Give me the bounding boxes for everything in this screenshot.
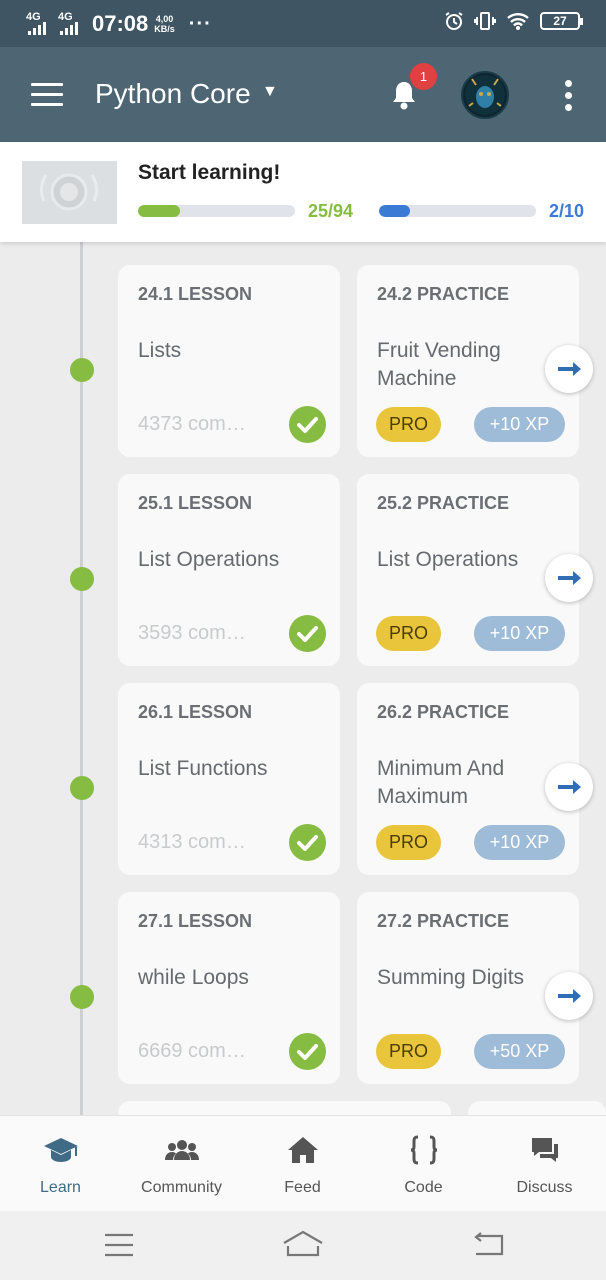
arrow-right-icon: [558, 780, 581, 794]
chat-bubbles-icon: [532, 1138, 558, 1162]
course-thumbnail: [22, 161, 117, 224]
more-options-icon[interactable]: [563, 80, 573, 112]
nav-label: Learn: [40, 1179, 81, 1196]
practice-header: 26.2 PRACTICE: [377, 702, 510, 722]
home-button-icon[interactable]: [282, 1229, 324, 1259]
notification-badge: 1: [410, 63, 437, 90]
xp-badge: +10 XP: [474, 825, 565, 860]
open-practice-button[interactable]: [545, 763, 593, 811]
lesson-header: 24.1 LESSON: [138, 284, 253, 304]
nav-community[interactable]: Community: [121, 1116, 242, 1212]
lesson-title: List Functions: [138, 757, 268, 780]
back-icon[interactable]: [472, 1232, 504, 1258]
arrow-right-icon: [558, 989, 581, 1003]
check-icon: [289, 1033, 326, 1070]
lesson-header: 25.1 LESSON: [138, 493, 253, 513]
nav-label: Discuss: [516, 1179, 573, 1196]
xp-badge: +50 XP: [474, 1034, 565, 1069]
wifi-icon: [507, 13, 529, 30]
nav-code[interactable]: Code: [363, 1116, 484, 1212]
course-progress-card[interactable]: Start learning! 25/94 2/10: [0, 142, 606, 242]
timeline-node: [70, 358, 94, 382]
lesson-header: 27.1 LESSON: [138, 911, 253, 931]
lesson-title: Lists: [138, 339, 182, 362]
lessons-progress-text: 25/94: [308, 201, 354, 221]
status-bar: 4G 4G 07:08 4,00 KB/s ··· 27: [0, 0, 606, 47]
menu-icon[interactable]: [31, 83, 63, 107]
nav-label: Community: [141, 1179, 222, 1196]
people-icon: [165, 1140, 199, 1160]
lesson-card[interactable]: 26.1 LESSON List Functions 4313 com…: [118, 683, 340, 875]
recent-apps-icon[interactable]: [104, 1233, 134, 1257]
graduation-cap-icon: [44, 1138, 78, 1162]
timeline-node: [70, 985, 94, 1009]
nav-label: Feed: [284, 1179, 321, 1196]
bottom-navigation: Learn Community Feed Code Discuss: [0, 1115, 606, 1211]
practice-title: List Operations: [377, 548, 519, 571]
lesson-card[interactable]: 27.1 LESSON while Loops 6669 com…: [118, 892, 340, 1084]
practice-header: 25.2 PRACTICE: [377, 493, 510, 513]
clock: 07:08: [92, 11, 149, 36]
open-practice-button[interactable]: [545, 554, 593, 602]
practice-header: 24.2 PRACTICE: [377, 284, 510, 304]
chevron-down-icon[interactable]: ▼: [262, 83, 278, 101]
practice-progress-text: 2/10: [549, 201, 585, 221]
alarm-icon: [445, 12, 463, 30]
open-practice-button[interactable]: [545, 972, 593, 1020]
network-speed: 4,00 KB/s: [154, 14, 175, 34]
practice-title: Minimum And Maximum: [377, 757, 505, 808]
pro-badge: PRO: [376, 407, 441, 442]
vibrate-icon: [474, 12, 496, 30]
signal-icon: 4G: [58, 11, 84, 35]
nav-learn[interactable]: Learn: [0, 1116, 121, 1212]
lesson-title: while Loops: [138, 966, 249, 989]
xp-badge: +10 XP: [474, 407, 565, 442]
lesson-comments: 4373 com…: [138, 413, 246, 435]
check-icon: [289, 824, 326, 861]
system-navigation-bar: [0, 1211, 606, 1280]
lesson-header: 26.1 LESSON: [138, 702, 253, 722]
course-title[interactable]: Python Core: [95, 78, 251, 110]
lesson-comments: 6669 com…: [138, 1040, 246, 1062]
nav-discuss[interactable]: Discuss: [484, 1116, 605, 1212]
lesson-card[interactable]: 24.1 LESSON Lists 4373 com…: [118, 265, 340, 457]
open-practice-button[interactable]: [545, 345, 593, 393]
timeline-node: [70, 567, 94, 591]
avatar[interactable]: [461, 71, 509, 119]
lesson-comments: 3593 com…: [138, 622, 246, 644]
xp-badge: +10 XP: [474, 616, 565, 651]
arrow-right-icon: [558, 571, 581, 585]
practice-title: Fruit Vending Machine: [377, 339, 501, 390]
practice-progress-bar: [379, 205, 536, 217]
timeline-node: [70, 776, 94, 800]
more-notifications-indicator: ···: [188, 12, 212, 35]
pro-badge: PRO: [376, 1034, 441, 1069]
arrow-right-icon: [558, 362, 581, 376]
home-icon: [288, 1137, 318, 1163]
check-icon: [289, 406, 326, 443]
battery-icon: 27: [540, 12, 583, 30]
pro-badge: PRO: [376, 616, 441, 651]
practice-title: Summing Digits: [377, 966, 525, 989]
braces-icon: [410, 1135, 438, 1165]
check-icon: [289, 615, 326, 652]
nav-feed[interactable]: Feed: [242, 1116, 363, 1212]
lesson-comments: 4313 com…: [138, 831, 246, 853]
lessons-progress-bar: [138, 205, 295, 217]
start-learning-title: Start learning!: [138, 161, 281, 184]
nav-label: Code: [404, 1179, 443, 1196]
lesson-card[interactable]: 25.1 LESSON List Operations 3593 com…: [118, 474, 340, 666]
app-bar: Python Core ▼ 1: [0, 47, 606, 142]
signal-icon: 4G: [26, 11, 52, 35]
lesson-title: List Operations: [138, 548, 280, 571]
practice-header: 27.2 PRACTICE: [377, 911, 510, 931]
pro-badge: PRO: [376, 825, 441, 860]
